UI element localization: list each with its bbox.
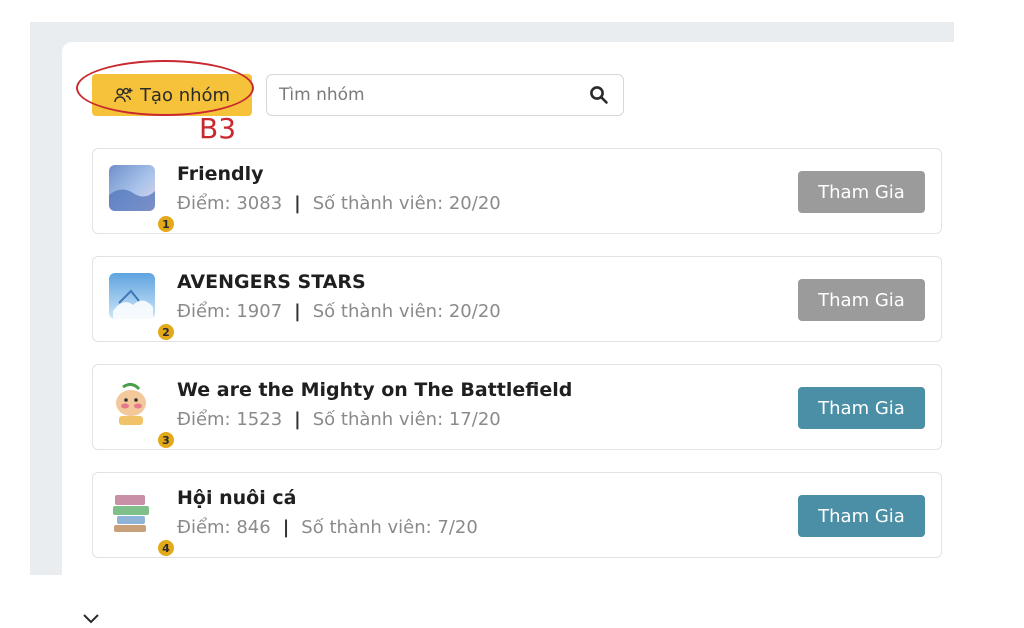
search-box	[266, 74, 624, 116]
group-points: Điểm: 1907	[177, 301, 283, 322]
separator: |	[294, 193, 301, 214]
group-stats: Điểm: 1523 | Số thành viên: 17/20	[177, 409, 501, 430]
group-members: Số thành viên: 20/20	[312, 193, 501, 214]
separator: |	[294, 409, 301, 430]
add-group-icon	[114, 86, 134, 104]
group-avatar: 3	[109, 381, 175, 449]
group-avatar: 1	[109, 165, 175, 233]
search-icon[interactable]	[589, 85, 609, 105]
group-name: Friendly	[177, 163, 264, 185]
rank-badge: 3	[157, 431, 175, 449]
sticker-collage-icon	[109, 489, 155, 535]
create-group-button[interactable]: Tạo nhóm	[92, 74, 252, 116]
group-avatar: 4	[109, 489, 175, 557]
group-points: Điểm: 3083	[177, 193, 283, 214]
annotation-label: B3	[199, 112, 237, 145]
group-name: AVENGERS STARS	[177, 271, 366, 293]
join-button[interactable]: Tham Gia	[798, 387, 925, 429]
group-row: 4 Hội nuôi cá Điểm: 846 | Số thành viên: 7…	[92, 472, 942, 558]
group-name: Hội nuôi cá	[177, 487, 297, 509]
sky-photo-icon	[109, 165, 155, 211]
join-button[interactable]: Tham Gia	[798, 171, 925, 213]
group-members: Số thành viên: 7/20	[301, 517, 478, 538]
create-group-label: Tạo nhóm	[139, 84, 231, 106]
group-avatar: 2	[109, 273, 175, 341]
group-stats: Điểm: 1907 | Số thành viên: 20/20	[177, 301, 501, 322]
close-icon[interactable]	[80, 612, 102, 628]
group-name: We are the Mighty on The Battlefield	[177, 379, 573, 401]
search-input[interactable]	[279, 75, 579, 115]
group-row: 2 AVENGERS STARS Điểm: 1907 | Số thành viê…	[92, 256, 942, 342]
cartoon-character-icon	[109, 381, 155, 427]
group-members: Số thành viên: 17/20	[312, 409, 501, 430]
separator: |	[282, 517, 290, 538]
group-stats: Điểm: 3083 | Số thành viên: 20/20	[177, 193, 501, 214]
rank-badge: 1	[157, 215, 175, 233]
rank-badge: 2	[157, 323, 175, 341]
separator: |	[294, 301, 301, 322]
rank-badge: 4	[157, 539, 175, 557]
group-list: 1 Friendly Điểm: 3083 | Số thành viên: 20/…	[92, 148, 942, 580]
group-row: 1 Friendly Điểm: 3083 | Số thành viên: 20/…	[92, 148, 942, 234]
sky-photo-icon	[109, 273, 155, 319]
group-row: 3 We are the Mighty on The Battlefield Đ…	[92, 364, 942, 450]
group-points: Điểm: 846	[177, 517, 271, 538]
group-stats: Điểm: 846 | Số thành viên: 7/20	[177, 517, 478, 538]
group-members: Số thành viên: 20/20	[312, 301, 501, 322]
group-points: Điểm: 1523	[177, 409, 283, 430]
join-button[interactable]: Tham Gia	[798, 279, 925, 321]
join-button[interactable]: Tham Gia	[798, 495, 925, 537]
